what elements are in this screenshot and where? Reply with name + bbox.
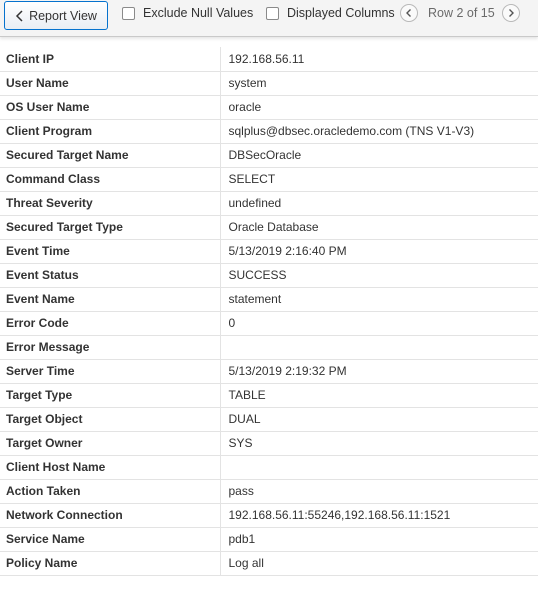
table-row: Command Class SELECT	[0, 167, 538, 192]
field-value: statement	[220, 287, 538, 312]
field-label: Server Time	[0, 359, 221, 384]
table-row: Secured Target Name DBSecOracle	[0, 143, 538, 168]
field-label: Policy Name	[0, 551, 221, 576]
field-value: sqlplus@dbsec.oracledemo.com (TNS V1-V3)	[220, 119, 538, 144]
field-value: DUAL	[220, 407, 538, 432]
table-row: Server Time 5/13/2019 2:19:32 PM	[0, 359, 538, 384]
table-row: Event Status SUCCESS	[0, 263, 538, 288]
field-label: Secured Target Name	[0, 143, 221, 168]
toolbar: Report View Exclude Null Values Displaye…	[0, 0, 538, 37]
field-label: OS User Name	[0, 95, 221, 120]
field-label: Client IP	[0, 47, 221, 72]
field-label: Error Code	[0, 311, 221, 336]
row-indicator: Row 2 of 15	[428, 6, 495, 20]
table-row: Target Owner SYS	[0, 431, 538, 456]
table-row: Network Connection 192.168.56.11:55246,19…	[0, 503, 538, 528]
field-label: Event Name	[0, 287, 221, 312]
field-value: 5/13/2019 2:19:32 PM	[220, 359, 538, 384]
table-row: OS User Name oracle	[0, 95, 538, 120]
table-row: Secured Target Type Oracle Database	[0, 215, 538, 240]
displayed-columns-checkbox[interactable]: Displayed Columns	[266, 3, 395, 23]
report-view-label: Report View	[29, 8, 97, 23]
table-row: Target Type TABLE	[0, 383, 538, 408]
field-label: Network Connection	[0, 503, 221, 528]
next-row-button[interactable]	[502, 4, 520, 22]
chevron-left-icon	[406, 9, 411, 17]
field-value: SYS	[220, 431, 538, 456]
field-label: Client Host Name	[0, 455, 221, 480]
field-value: oracle	[220, 95, 538, 120]
table-row: Error Message	[0, 335, 538, 360]
field-label: User Name	[0, 71, 221, 96]
displayed-columns-box[interactable]	[266, 6, 279, 20]
field-label: Command Class	[0, 167, 221, 192]
table-row: Policy Name Log all	[0, 551, 538, 576]
table-row: Error Code 0	[0, 311, 538, 336]
table-row: Event Time 5/13/2019 2:16:40 PM	[0, 239, 538, 264]
table-row: Client Host Name	[0, 455, 538, 480]
field-label: Threat Severity	[0, 191, 221, 216]
report-view-button[interactable]: Report View	[4, 1, 108, 30]
field-label: Event Status	[0, 263, 221, 288]
field-label: Target Owner	[0, 431, 221, 456]
field-label: Target Type	[0, 383, 221, 408]
table-row: Threat Severity undefined	[0, 191, 538, 216]
field-value: undefined	[220, 191, 538, 216]
field-value: SELECT	[220, 167, 538, 192]
field-label: Action Taken	[0, 479, 221, 504]
field-value: Log all	[220, 551, 538, 576]
field-label: Event Time	[0, 239, 221, 264]
field-value: SUCCESS	[220, 263, 538, 288]
field-value: system	[220, 71, 538, 96]
exclude-null-values-box[interactable]	[122, 6, 135, 20]
displayed-columns-label: Displayed Columns	[287, 6, 395, 20]
field-value: 192.168.56.11:55246,192.168.56.11:1521	[220, 503, 538, 528]
field-value: 192.168.56.11	[220, 47, 538, 72]
table-row: Target Object DUAL	[0, 407, 538, 432]
field-label: Client Program	[0, 119, 221, 144]
table-row: Action Taken pass	[0, 479, 538, 504]
field-label: Error Message	[0, 335, 221, 360]
field-value: 5/13/2019 2:16:40 PM	[220, 239, 538, 264]
chevron-right-icon	[509, 9, 514, 17]
table-row: Service Name pdb1	[0, 527, 538, 552]
table-row: User Name system	[0, 71, 538, 96]
table-row: Client IP 192.168.56.11	[0, 47, 538, 72]
table-row: Event Name statement	[0, 287, 538, 312]
chevron-left-icon	[15, 9, 25, 23]
field-label: Service Name	[0, 527, 221, 552]
field-value: Oracle Database	[220, 215, 538, 240]
field-value: DBSecOracle	[220, 143, 538, 168]
field-value: pdb1	[220, 527, 538, 552]
previous-row-button[interactable]	[400, 4, 418, 22]
field-label: Target Object	[0, 407, 221, 432]
exclude-null-values-checkbox[interactable]: Exclude Null Values	[122, 3, 253, 23]
field-value: pass	[220, 479, 538, 504]
table-row: Client Program sqlplus@dbsec.oracledemo.c…	[0, 119, 538, 144]
exclude-null-values-label: Exclude Null Values	[143, 6, 254, 20]
field-value: 0	[220, 311, 538, 336]
field-value	[220, 335, 538, 360]
record-details-table: Client IP 192.168.56.11 User Name system O…	[0, 47, 538, 576]
field-value	[220, 455, 538, 480]
field-label: Secured Target Type	[0, 215, 221, 240]
field-value: TABLE	[220, 383, 538, 408]
